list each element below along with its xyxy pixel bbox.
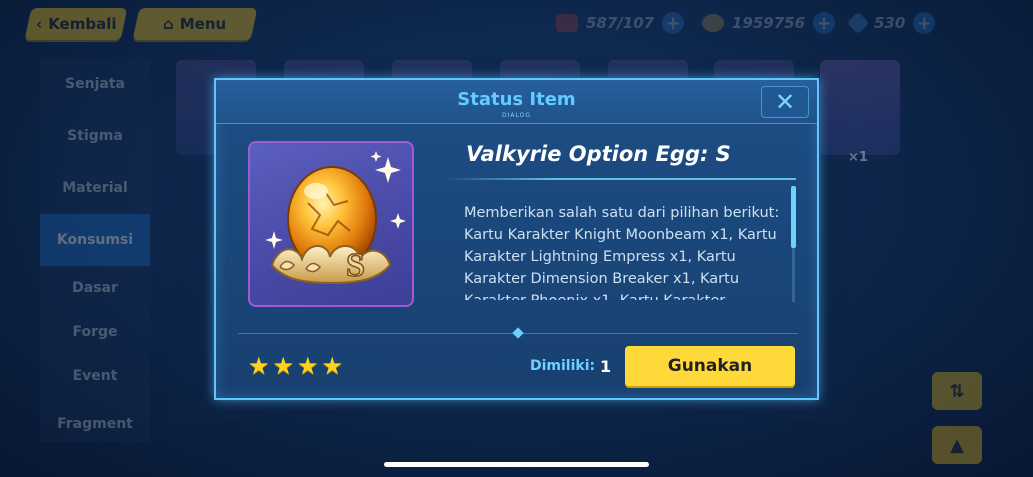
owned-count: 1 <box>600 357 612 376</box>
dialog-header: Status Item DIALOG ✕ <box>216 80 817 124</box>
owned-label: Dimiliki: <box>530 358 596 374</box>
svg-text:S: S <box>346 247 365 284</box>
star-icon: ★ <box>297 352 319 380</box>
close-button[interactable]: ✕ <box>761 86 809 118</box>
divider-ornament <box>512 327 524 339</box>
star-icon: ★ <box>248 352 270 380</box>
close-icon: ✕ <box>774 88 796 116</box>
item-description: Memberikan salah satu dari pilihan berik… <box>464 205 780 300</box>
star-icon: ★ <box>272 352 295 380</box>
description-scrollbar-thumb[interactable] <box>791 186 796 248</box>
star-icon: ★ <box>321 352 344 380</box>
dialog-title: Status Item <box>457 89 576 110</box>
item-status-dialog: Status Item DIALOG ✕ S Valkyrie Option E… <box>214 78 819 400</box>
golden-egg-icon: S <box>265 151 406 285</box>
item-name: Valkyrie Option Egg: S <box>466 142 731 166</box>
item-image: S <box>248 141 414 307</box>
rarity-stars: ★ ★ ★ ★ <box>248 354 343 378</box>
dialog-subtitle: DIALOG <box>502 112 531 119</box>
use-button-label: Gunakan <box>667 356 753 376</box>
name-underline <box>446 178 796 180</box>
description-scroll-area[interactable]: Memberikan salah satu dari pilihan berik… <box>464 202 784 300</box>
use-button[interactable]: Gunakan <box>625 346 795 386</box>
home-indicator[interactable] <box>384 462 649 467</box>
